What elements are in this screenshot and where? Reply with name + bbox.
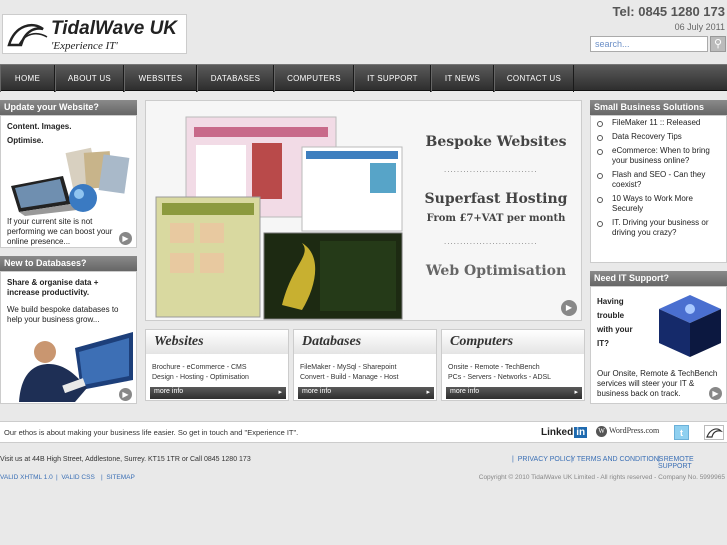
databases-header: New to Databases? <box>0 256 137 271</box>
databases-box-line1: FileMaker - MySql - Sharepoint <box>300 364 397 371</box>
support-line1: Having <box>597 297 624 306</box>
laptop-brochures-image <box>11 147 130 216</box>
main-nav: HOME ABOUT US WEBSITES DATABASES COMPUTE… <box>0 64 727 92</box>
hero-superfast-hosting: Superfast Hosting <box>424 191 568 207</box>
hero-next-arrow-icon[interactable]: ▶ <box>561 300 577 316</box>
list-item[interactable]: Flash and SEO - Can they coexist? <box>592 170 726 190</box>
wave-logo-icon <box>7 24 48 47</box>
update-website-panel[interactable]: Content. Images. Optimise. If your curre… <box>0 115 137 248</box>
ethos-bar: Our ethos is about making your business … <box>0 421 727 443</box>
update-body3: online presence... <box>7 237 71 246</box>
hero-divider-1: ............................. <box>444 165 538 174</box>
update-website-header: Update your Website? <box>0 100 137 115</box>
sitemap-link[interactable]: | SITEMAP <box>101 474 135 481</box>
chevron-right-icon: ▸ <box>574 389 578 396</box>
search-button[interactable]: ⚲ <box>710 36 726 52</box>
businessman-laptop-image <box>19 332 133 402</box>
nav-about-us[interactable]: ABOUT US <box>55 65 124 92</box>
small-business-list: FileMaker 11 :: Released Data Recovery T… <box>592 118 726 242</box>
it-support-panel[interactable]: Having trouble with your IT? Our Onsite,… <box>590 286 727 404</box>
update-line2: Optimise. <box>7 136 44 145</box>
support-more-arrow-icon[interactable]: ▶ <box>709 387 722 400</box>
websites-box-line1: Brochure - eCommerce - CMS <box>152 364 247 371</box>
support-body3: business back on track. <box>597 389 681 398</box>
websites-box-title: Websites <box>146 330 288 354</box>
cube-image <box>659 295 721 357</box>
chevron-right-icon: ▸ <box>278 389 282 396</box>
support-line4: IT? <box>597 339 609 348</box>
footer-address: Visit us at 44B High Street, Addlestone,… <box>0 456 251 463</box>
databases-box-line2: Convert - Build - Manage - Host <box>300 374 399 381</box>
remote-support-link[interactable]: | REMOTE SUPPORT <box>658 456 727 470</box>
nav-home[interactable]: HOME <box>0 65 55 92</box>
nav-it-news[interactable]: IT NEWS <box>431 65 494 92</box>
nav-databases[interactable]: DATABASES <box>197 65 274 92</box>
privacy-policy-link[interactable]: | PRIVACY POLICY <box>512 456 575 463</box>
support-body2: services will steer your IT & <box>597 379 695 388</box>
nav-computers[interactable]: COMPUTERS <box>274 65 354 92</box>
databases-box-title: Databases <box>294 330 436 354</box>
terms-link[interactable]: | TERMS AND CONDITIONS <box>571 456 663 463</box>
logo[interactable]: TidalWave UK 'Experience IT' <box>2 14 187 54</box>
phone-number: Tel: 0845 1280 173 <box>612 4 725 19</box>
websites-box[interactable]: Websites Brochure - eCommerce - CMS Desi… <box>145 329 289 401</box>
websites-box-line2: Design - Hosting - Optimisation <box>152 374 249 381</box>
search-input[interactable]: search... <box>590 36 708 52</box>
hero-banner[interactable]: Bespoke Websites .......................… <box>145 100 582 321</box>
hero-web-optimisation: Web Optimisation <box>425 263 567 279</box>
website-screenshots-collage <box>155 116 403 320</box>
small-business-header: Small Business Solutions <box>590 100 727 115</box>
list-item[interactable]: FileMaker 11 :: Released <box>592 118 726 128</box>
databases-body2: help your business grow... <box>7 315 100 324</box>
ethos-text: Our ethos is about making your business … <box>4 428 299 437</box>
list-item[interactable]: IT. Driving your business or driving you… <box>592 218 726 238</box>
computers-box-title: Computers <box>442 330 584 354</box>
support-body1: Our Onsite, Remote & TechBench <box>597 369 718 378</box>
valid-css-link[interactable]: | VALID CSS <box>56 474 95 481</box>
computers-box[interactable]: Computers Onsite - Remote - TechBench PC… <box>441 329 585 401</box>
logo-title: TidalWave UK <box>51 18 178 39</box>
copyright-text: Copyright © 2010 TidalWave UK Limited - … <box>478 474 725 481</box>
support-line3: with your <box>597 325 633 334</box>
computers-more-info-button[interactable]: more info ▸ <box>446 387 582 399</box>
nav-contact-us[interactable]: CONTACT US <box>494 65 574 92</box>
list-item[interactable]: 10 Ways to Work More Securely <box>592 194 726 214</box>
hero-hosting-price: From £7+VAT per month <box>426 213 566 224</box>
support-line2: trouble <box>597 311 625 320</box>
databases-more-info-button[interactable]: more info ▸ <box>298 387 434 399</box>
databases-more-arrow-icon[interactable]: ▶ <box>119 388 132 401</box>
nav-it-support[interactable]: IT SUPPORT <box>354 65 431 92</box>
chevron-right-icon: ▸ <box>426 389 430 396</box>
update-body2: performing we can boost your <box>7 227 113 236</box>
wordpress-icon[interactable]: W WordPress.com <box>596 426 666 439</box>
databases-line2: increase productivity. <box>7 288 90 297</box>
hero-bespoke-websites: Bespoke Websites <box>425 134 567 150</box>
update-more-arrow-icon[interactable]: ▶ <box>119 232 132 245</box>
hero-divider-2: ............................. <box>444 237 538 246</box>
databases-body1: We build bespoke databases to <box>7 305 119 314</box>
websites-more-info-button[interactable]: more info ▸ <box>150 387 286 399</box>
databases-box[interactable]: Databases FileMaker - MySql - Sharepoint… <box>293 329 437 401</box>
valid-xhtml-link[interactable]: VALID XHTML 1.0 <box>0 474 53 481</box>
computers-box-line1: Onsite - Remote - TechBench <box>448 364 540 371</box>
databases-panel[interactable]: Share & organise data + increase product… <box>0 271 137 404</box>
twitter-icon[interactable]: t <box>674 425 689 440</box>
databases-line1: Share & organise data + <box>7 278 99 287</box>
it-support-header: Need IT Support? <box>590 271 727 286</box>
list-item[interactable]: Data Recovery Tips <box>592 132 726 142</box>
current-date: 06 July 2011 <box>674 22 725 32</box>
tidalwave-small-logo-icon[interactable] <box>704 425 724 440</box>
linkedin-icon[interactable]: Linked in <box>541 427 588 438</box>
update-body1: If your current site is not <box>7 217 93 226</box>
nav-websites[interactable]: WEBSITES <box>124 65 197 92</box>
list-item[interactable]: eCommerce: When to bring your business o… <box>592 146 726 166</box>
update-line1: Content. Images. <box>7 122 72 131</box>
search-icon: ⚲ <box>713 38 723 50</box>
computers-box-line2: PCs - Servers - Networks - ADSL <box>448 374 552 381</box>
logo-subtitle: 'Experience IT' <box>51 40 118 52</box>
